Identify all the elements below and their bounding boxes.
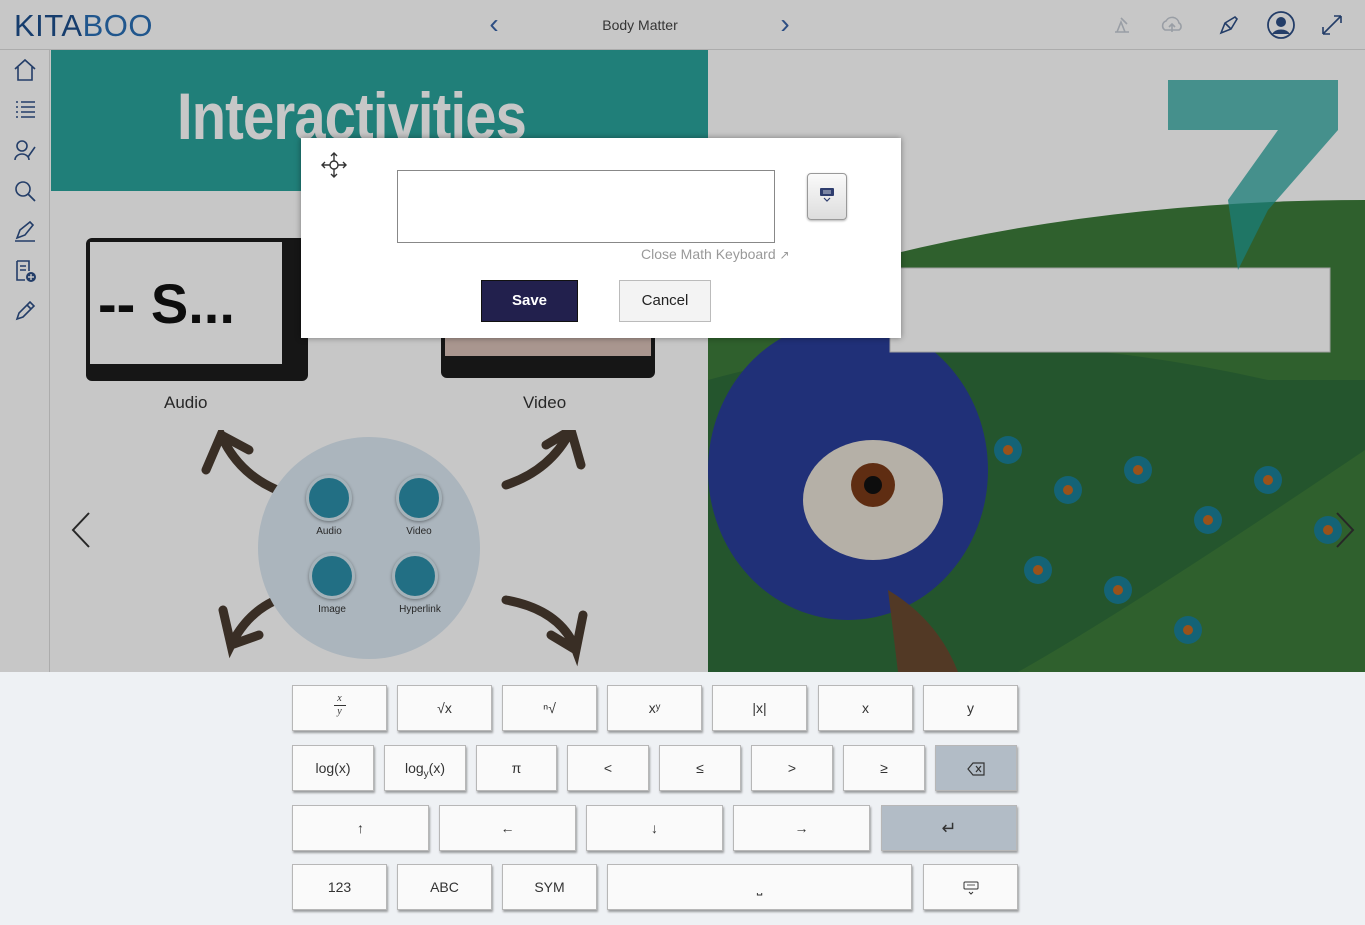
cancel-button[interactable]: Cancel (619, 280, 711, 322)
close-math-keyboard-link[interactable]: Close Math Keyboard ↗ (641, 246, 790, 262)
math-equation-dialog: Close Math Keyboard ↗ Save Cancel (301, 138, 901, 338)
keyboard-toggle-button[interactable] (807, 173, 847, 220)
fraction-numerator: x (337, 693, 342, 704)
key-power[interactable]: xʸ (607, 685, 702, 731)
key-fraction[interactable]: x y (292, 685, 387, 731)
key-sqrt[interactable]: √x (397, 685, 492, 731)
key-pi[interactable]: π (476, 745, 557, 791)
key-less-equal[interactable]: ≤ (659, 745, 741, 791)
arrow-up-right-icon: ↗ (779, 248, 790, 262)
move-icon[interactable] (320, 151, 348, 179)
key-log[interactable]: log(x) (292, 745, 374, 791)
key-up-arrow[interactable]: ↑ (292, 805, 429, 851)
keyboard-icon (820, 188, 834, 202)
key-right-arrow[interactable]: → (733, 805, 870, 851)
key-hide-keyboard[interactable] (923, 864, 1018, 910)
key-greater-equal[interactable]: ≥ (843, 745, 925, 791)
log-base-argument: (x) (428, 760, 445, 776)
key-symbols[interactable]: SYM (502, 864, 597, 910)
key-backspace[interactable] (935, 745, 1017, 791)
key-y[interactable]: y (923, 685, 1018, 731)
reader-app: KITABOO ‹ Body Matter › Interactivities … (0, 0, 1365, 925)
key-greater-than[interactable]: > (751, 745, 833, 791)
key-x[interactable]: x (818, 685, 913, 731)
log-base-text: log (404, 760, 424, 776)
backspace-icon (967, 762, 985, 776)
key-log-base[interactable]: logy(x) (384, 745, 466, 791)
key-numbers[interactable]: 123 (292, 864, 387, 910)
math-input-field[interactable] (397, 170, 775, 243)
close-math-keyboard-label: Close Math Keyboard (641, 246, 776, 262)
key-left-arrow[interactable]: ← (439, 805, 576, 851)
key-letters[interactable]: ABC (397, 864, 492, 910)
hide-keyboard-icon (963, 881, 978, 896)
key-down-arrow[interactable]: ↓ (586, 805, 723, 851)
save-button[interactable]: Save (481, 280, 578, 322)
key-space[interactable]: ⎵ (607, 864, 912, 910)
key-nth-root[interactable]: ⁿ√ (502, 685, 597, 731)
key-less-than[interactable]: < (567, 745, 649, 791)
math-keyboard: x y √x ⁿ√ xʸ |x| x y log(x) logy(x) π < … (0, 672, 1365, 925)
fraction-denominator: y (337, 706, 342, 717)
key-enter[interactable]: ↵ (881, 805, 1017, 851)
key-abs[interactable]: |x| (712, 685, 807, 731)
